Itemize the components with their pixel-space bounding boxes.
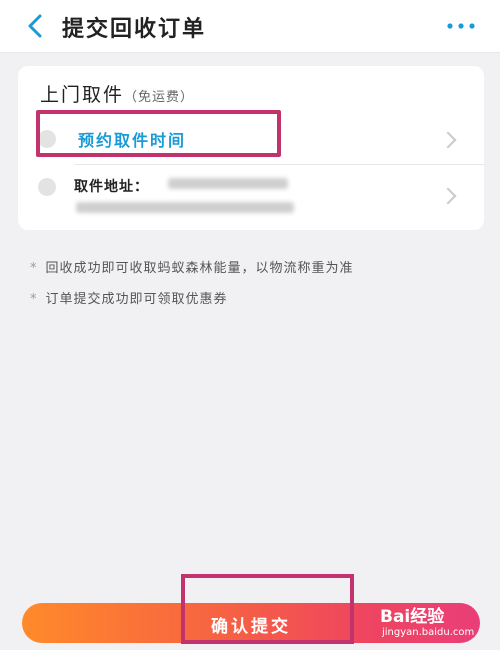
highlight-box-submit xyxy=(181,574,354,644)
note-item: * 订单提交成功即可领取优惠券 xyxy=(30,288,354,307)
pickup-subtitle: （免运费） xyxy=(124,90,195,105)
notes-list: * 回收成功即可收取蚂蚁森林能量，以物流称重为准 * 订单提交成功即可领取优惠券 xyxy=(30,257,354,319)
more-button[interactable] xyxy=(446,14,476,38)
baidu-watermark: Bai经验 jingyan.baidu.com xyxy=(380,602,496,646)
watermark-logo: Bai经验 xyxy=(380,607,445,627)
pickup-title: 上门取件 xyxy=(40,84,125,106)
pickup-address-row[interactable]: 取件地址： xyxy=(18,164,484,226)
chevron-right-icon xyxy=(439,131,457,149)
note-text: 订单提交成功即可领取优惠券 xyxy=(45,292,228,307)
page-title: 提交回收订单 xyxy=(62,17,207,42)
redacted-address-line xyxy=(76,202,294,213)
note-bullet: * xyxy=(30,292,38,307)
top-bar: 提交回收订单 xyxy=(0,0,500,53)
back-button[interactable] xyxy=(18,8,54,44)
pickup-address-label: 取件地址： xyxy=(74,179,149,195)
redacted-address xyxy=(168,178,288,189)
more-dots-icon xyxy=(447,23,475,29)
chevron-right-icon xyxy=(439,187,457,205)
watermark-url: jingyan.baidu.com xyxy=(382,627,475,638)
note-text: 回收成功即可收取蚂蚁森林能量，以物流称重为准 xyxy=(45,261,354,276)
note-item: * 回收成功即可收取蚂蚁森林能量，以物流称重为准 xyxy=(30,257,354,276)
chevron-left-icon xyxy=(28,14,42,38)
pickup-card-title: 上门取件（免运费） xyxy=(40,80,194,107)
location-icon xyxy=(38,178,56,196)
highlight-box-time xyxy=(36,110,281,157)
note-bullet: * xyxy=(30,261,38,276)
